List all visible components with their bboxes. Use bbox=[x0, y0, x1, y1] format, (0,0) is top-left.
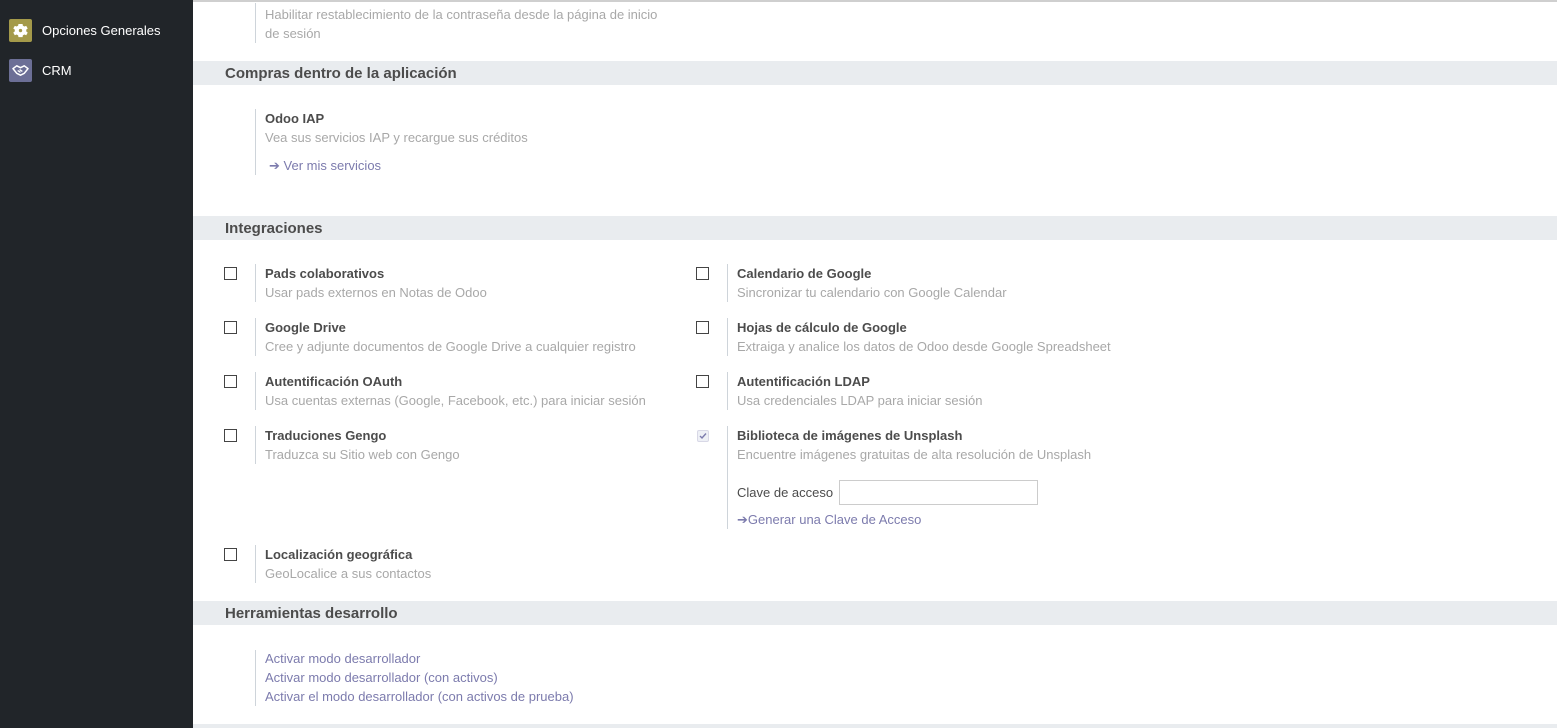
activate-developer-mode-assets-link[interactable]: Activar modo desarrollador (con activos) bbox=[265, 670, 498, 685]
sidebar-item-general-settings[interactable]: Opciones Generales bbox=[0, 15, 193, 45]
section-title: Integraciones bbox=[225, 220, 323, 237]
setting-description: Usa cuentas externas (Google, Facebook, … bbox=[265, 393, 646, 408]
setting-description: Vea sus servicios IAP y recargue sus cré… bbox=[265, 130, 528, 145]
setting-divider bbox=[727, 318, 728, 356]
access-key-input[interactable] bbox=[839, 480, 1038, 505]
activate-developer-mode-link[interactable]: Activar modo desarrollador bbox=[265, 651, 420, 666]
sidebar-item-label: CRM bbox=[42, 62, 72, 78]
setting-description: GeoLocalice a sus contactos bbox=[265, 566, 432, 581]
link-label: Generar una Clave de Acceso bbox=[747, 512, 922, 527]
setting-title: Google Drive bbox=[265, 320, 346, 335]
setting-description: Encuentre imágenes gratuitas de alta res… bbox=[737, 447, 1092, 462]
handshake-icon bbox=[9, 58, 32, 82]
section-header-developer-tools: Herramientas desarrollo bbox=[193, 601, 1557, 625]
section-title: Compras dentro de la aplicación bbox=[225, 65, 457, 82]
section-header-integrations: Integraciones bbox=[193, 216, 1557, 240]
setting-description: Sincronizar tu calendario con Google Cal… bbox=[737, 285, 1007, 300]
google-drive-checkbox[interactable] bbox=[224, 321, 237, 334]
gengo-checkbox[interactable] bbox=[224, 429, 237, 442]
setting-divider bbox=[255, 264, 256, 302]
setting-title: Traduciones Gengo bbox=[265, 428, 387, 443]
setting-divider bbox=[255, 109, 256, 175]
ldap-checkbox[interactable] bbox=[696, 375, 709, 388]
setting-divider bbox=[727, 264, 728, 302]
setting-title: Localización geográfica bbox=[265, 547, 413, 562]
section-header-iap: Compras dentro de la aplicación bbox=[193, 61, 1557, 85]
link-label: Ver mis servicios bbox=[283, 158, 382, 173]
google-spreadsheet-checkbox[interactable] bbox=[696, 321, 709, 334]
setting-title: Autentificación LDAP bbox=[737, 374, 870, 389]
google-calendar-checkbox[interactable] bbox=[696, 267, 709, 280]
section-title: Herramientas desarrollo bbox=[225, 605, 398, 622]
setting-divider bbox=[255, 372, 256, 410]
unsplash-checkbox[interactable] bbox=[697, 430, 709, 442]
view-my-services-link[interactable]: ➔ Ver mis servicios bbox=[269, 158, 381, 174]
setting-description: de sesión bbox=[265, 26, 321, 41]
setting-description: Traduzca su Sitio web con Gengo bbox=[265, 447, 460, 462]
setting-title: Autentificación OAuth bbox=[265, 374, 403, 389]
gear-icon bbox=[9, 18, 32, 42]
arrow-right-icon: ➔ bbox=[737, 512, 748, 527]
collaborative-pads-checkbox[interactable] bbox=[224, 267, 237, 280]
geolocation-checkbox[interactable] bbox=[224, 548, 237, 561]
app-sidebar: Opciones Generales CRM bbox=[0, 0, 193, 728]
setting-description: Usar pads externos en Notas de Odoo bbox=[265, 285, 487, 300]
setting-divider bbox=[255, 426, 256, 464]
setting-divider bbox=[255, 3, 256, 43]
generate-access-key-link[interactable]: ➔Generar una Clave de Acceso bbox=[737, 512, 921, 528]
setting-description: Extraiga y analice los datos de Odoo des… bbox=[737, 339, 1111, 354]
arrow-right-icon: ➔ bbox=[269, 158, 280, 173]
sidebar-item-crm[interactable]: CRM bbox=[0, 55, 193, 85]
sidebar-item-label: Opciones Generales bbox=[42, 22, 161, 38]
setting-title: Odoo IAP bbox=[265, 111, 325, 126]
settings-content: Habilitar restablecimiento de la contras… bbox=[193, 0, 1557, 728]
setting-divider bbox=[727, 426, 728, 529]
setting-title: Pads colaborativos bbox=[265, 266, 385, 281]
setting-title: Calendario de Google bbox=[737, 266, 872, 281]
setting-description: Usa credenciales LDAP para iniciar sesió… bbox=[737, 393, 983, 408]
setting-description: Cree y adjunte documentos de Google Driv… bbox=[265, 339, 636, 354]
access-key-label: Clave de acceso bbox=[737, 485, 834, 500]
activate-developer-mode-test-assets-link[interactable]: Activar el modo desarrollador (con activ… bbox=[265, 689, 574, 704]
setting-divider bbox=[727, 372, 728, 410]
setting-title: Hojas de cálculo de Google bbox=[737, 320, 907, 335]
setting-title: Biblioteca de imágenes de Unsplash bbox=[737, 428, 963, 443]
setting-divider bbox=[255, 318, 256, 356]
oauth-checkbox[interactable] bbox=[224, 375, 237, 388]
setting-divider bbox=[255, 650, 256, 706]
checkmark-icon bbox=[699, 433, 707, 440]
section-header-next bbox=[193, 724, 1557, 728]
setting-description: Habilitar restablecimiento de la contras… bbox=[265, 7, 658, 22]
setting-divider bbox=[255, 545, 256, 583]
